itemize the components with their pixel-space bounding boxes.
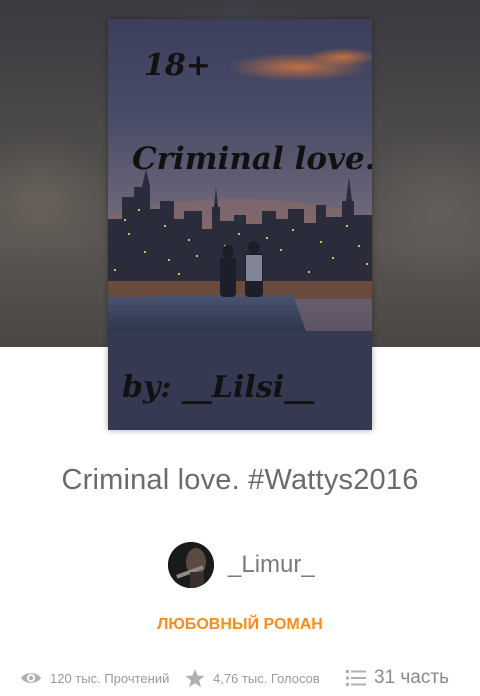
votes-count: 4,76 тыс. Голосов [213,670,320,686]
parts-count: 31 часть [374,667,449,688]
reads-count: 120 тыс. Прочтений [50,670,170,686]
cover-age-rating: 18+ [144,48,211,83]
avatar-image [168,542,214,588]
genre-label[interactable]: ЛЮБОВНЫЙ РОМАН [0,616,480,634]
author-link[interactable]: _Limur_ [168,542,315,588]
cover-image: 18+ Criminal love. by: __Lilsi__ [108,19,372,430]
cover-title: Criminal love. [132,141,372,177]
story-title: Criminal love. #Wattys2016 [61,464,419,496]
eye-icon [20,670,42,686]
list-icon [346,669,366,687]
parts-stat: 31 часть [346,664,449,692]
avatar[interactable] [168,542,214,588]
cover-byline: by: __Lilsi__ [122,370,314,405]
story-stats: 120 тыс. Прочтений 4,76 тыс. Голосов 31 … [0,664,480,692]
reads-stat: 120 тыс. Прочтений [20,664,169,692]
votes-stat: 4,76 тыс. Голосов [185,664,320,692]
author-name[interactable]: _Limur_ [228,551,315,579]
story-cover[interactable]: 18+ Criminal love. by: __Lilsi__ [108,19,372,430]
star-icon [185,668,205,688]
